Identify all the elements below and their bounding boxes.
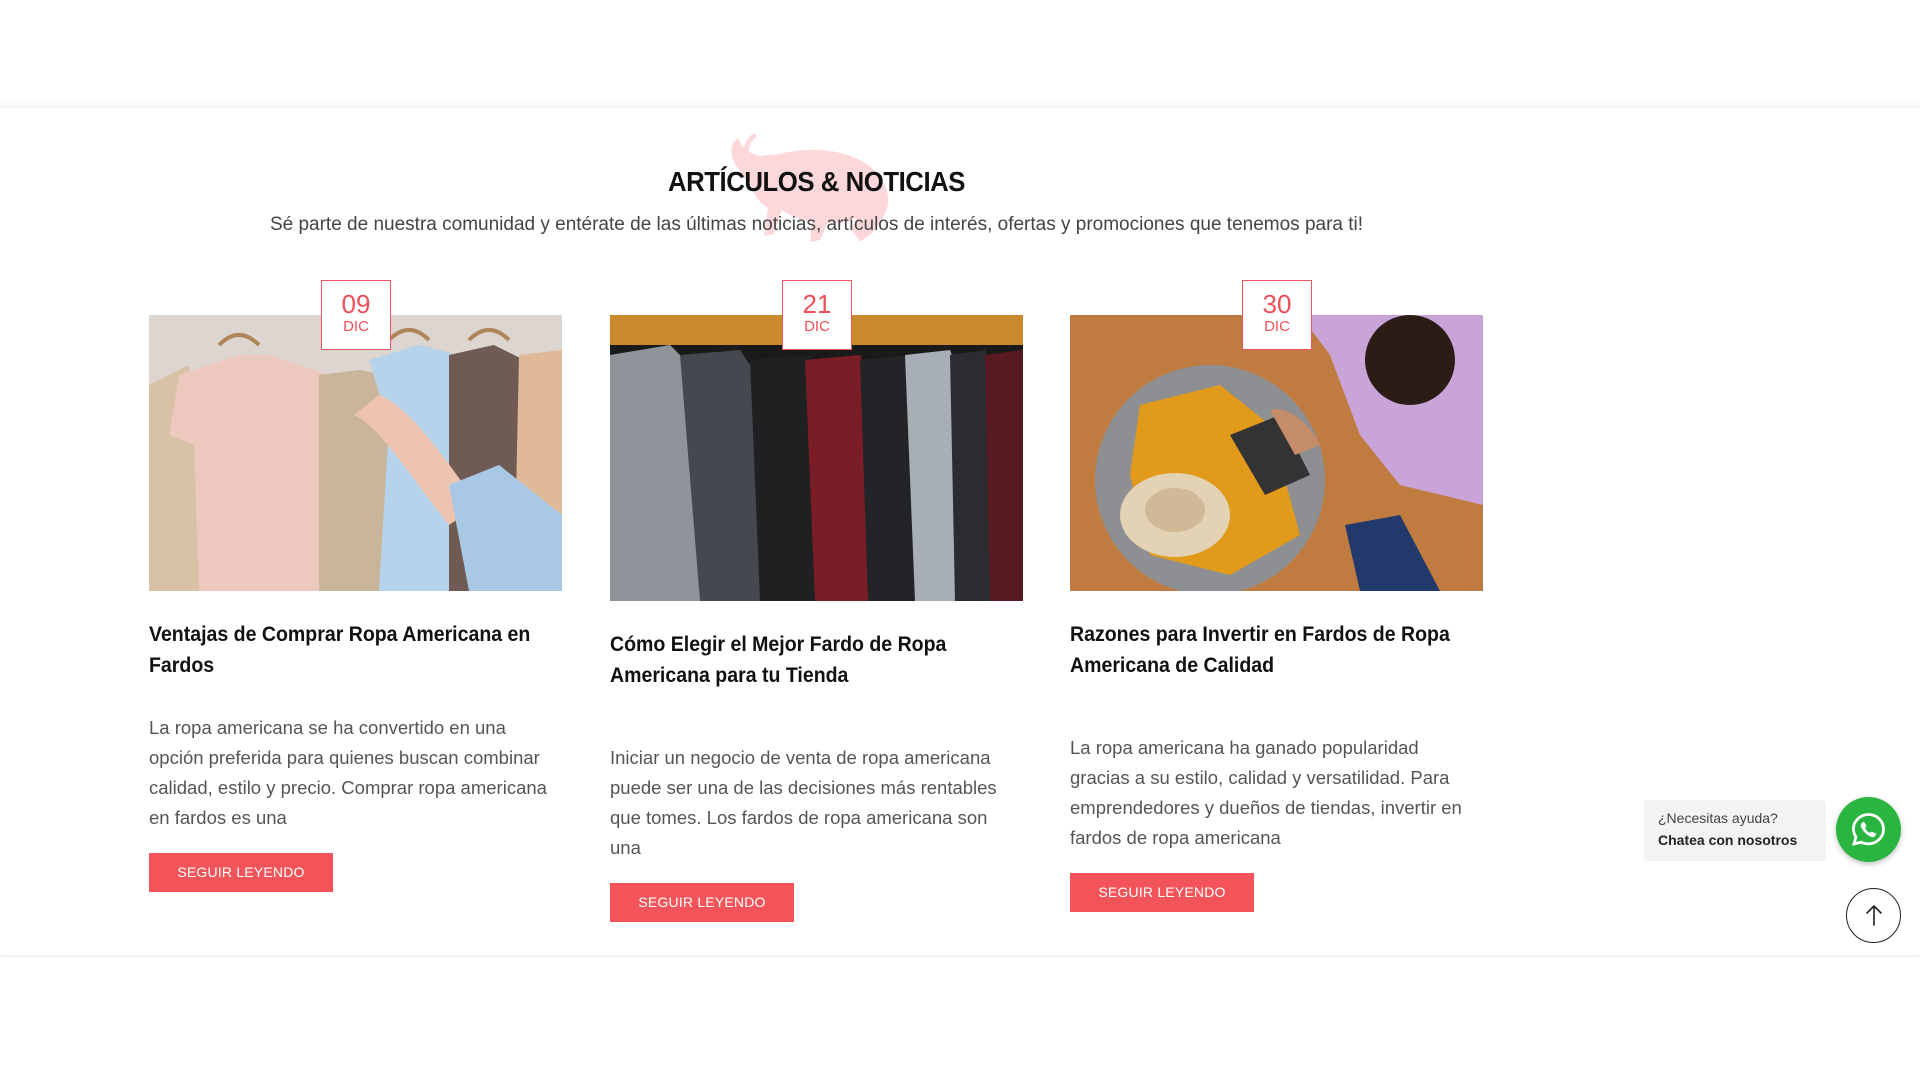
date-day: 21	[802, 289, 832, 319]
article-title[interactable]: Cómo Elegir el Mejor Fardo de Ropa Ameri…	[610, 629, 1019, 713]
article-image[interactable]	[149, 315, 562, 591]
section-subtitle: Sé parte de nuestra comunidad y entérate…	[269, 214, 1364, 235]
article-title[interactable]: Razones para Invertir en Fardos de Ropa …	[1070, 619, 1479, 733]
read-more-button[interactable]: SEGUIR LEYENDO	[149, 853, 333, 892]
date-badge: 30 DIC	[1242, 280, 1312, 350]
article-excerpt: La ropa americana se ha convertido en un…	[149, 717, 547, 828]
article-excerpt: Iniciar un negocio de venta de ropa amer…	[610, 747, 997, 858]
date-month: DIC	[343, 318, 369, 335]
article-excerpt: La ropa americana ha ganado popularidad …	[1070, 737, 1462, 848]
chat-help-question: ¿Necesitas ayuda?	[1658, 810, 1778, 826]
date-month: DIC	[804, 318, 830, 335]
whatsapp-icon	[1852, 813, 1885, 846]
article-card: 09 DIC Ventajas de Comprar Ropa American…	[149, 280, 562, 892]
bottom-band	[0, 958, 1920, 1080]
scroll-to-top-button[interactable]	[1846, 888, 1901, 943]
chat-help-cta: Chatea con nosotros	[1658, 832, 1798, 848]
article-card: 21 DIC Cómo Elegir el Mejor Fardo de Rop…	[610, 280, 1023, 922]
article-image[interactable]	[1070, 315, 1483, 591]
read-more-button[interactable]: SEGUIR LEYENDO	[1070, 873, 1254, 912]
date-badge: 21 DIC	[782, 280, 852, 350]
read-more-button[interactable]: SEGUIR LEYENDO	[610, 883, 794, 922]
date-month: DIC	[1264, 318, 1290, 335]
arrow-up-icon	[1866, 905, 1882, 926]
date-badge: 09 DIC	[321, 280, 391, 350]
article-title[interactable]: Ventajas de Comprar Ropa Americana en Fa…	[149, 619, 558, 703]
chat-help-bubble[interactable]: ¿Necesitas ayuda? Chatea con nosotros	[1644, 800, 1826, 861]
date-day: 09	[341, 289, 371, 319]
whatsapp-button[interactable]	[1836, 797, 1901, 862]
section-title: ARTÍCULOS & NOTICIAS	[667, 166, 966, 197]
article-card: 30 DIC Razones para Invertir en Fardos d…	[1070, 280, 1483, 912]
date-day: 30	[1262, 289, 1292, 319]
article-image[interactable]	[610, 315, 1023, 601]
top-band	[0, 0, 1920, 108]
